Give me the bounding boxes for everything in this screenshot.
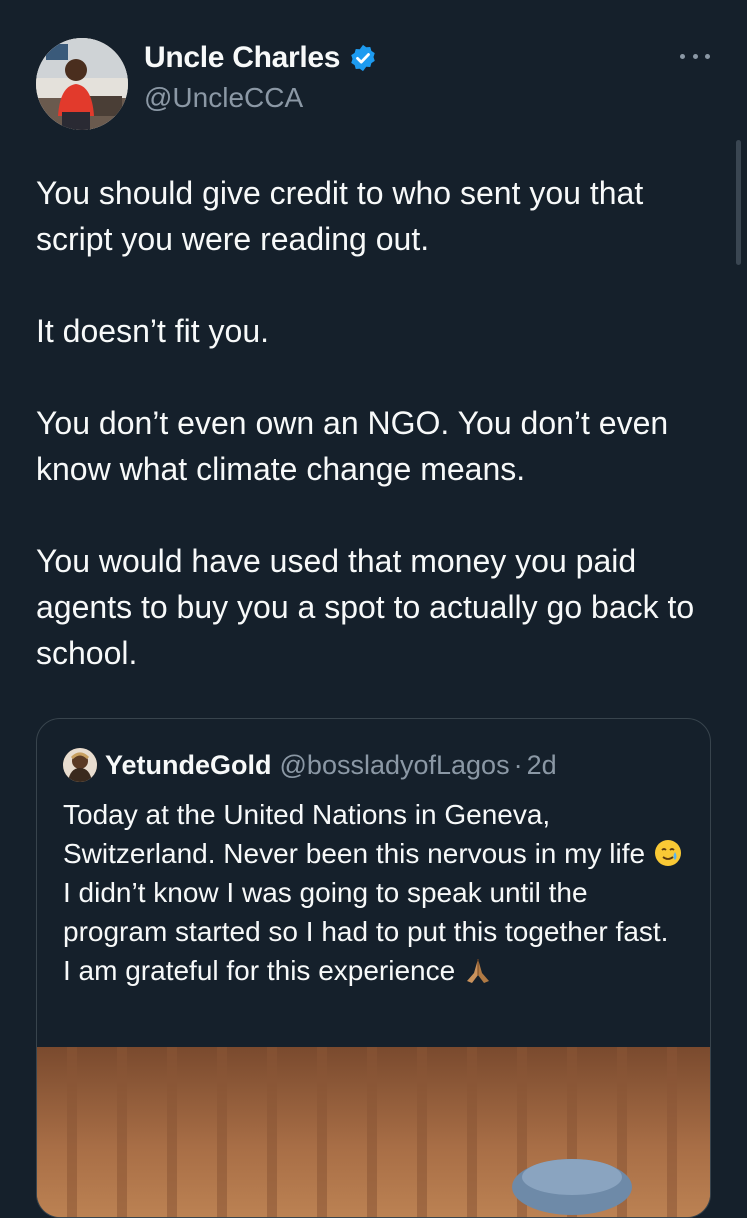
quoted-tweet-text: Today at the United Nations in Geneva, S… [63,795,683,990]
quoted-author-avatar [63,748,97,782]
tweet-header: Uncle Charles @UncleCCA [36,30,716,130]
tweet-paragraph: You would have used that money you paid … [36,543,695,671]
smiling-face-with-tear-emoji-icon [653,838,683,868]
quoted-tweet-media-image[interactable] [37,1047,710,1217]
author-avatar[interactable] [36,38,128,130]
quoted-tweet-card[interactable]: YetundeGold @bossladyofLagos · 2d Today … [36,718,711,1218]
quoted-text-part2: I didn’t know I was going to speak until… [63,877,669,986]
author-block: Uncle Charles @UncleCCA [144,40,378,114]
separator-dot: · [513,749,523,780]
verified-badge-icon [348,43,378,73]
more-options-icon[interactable] [680,50,710,62]
tweet-text: You should give credit to who sent you t… [36,170,716,722]
folded-hands-emoji-icon [463,955,493,985]
quoted-text-part1: Today at the United Nations in Geneva, S… [63,799,653,869]
quoted-author-handle: @bossladyofLagos [279,749,510,780]
tweet-paragraph: You should give credit to who sent you t… [36,175,644,257]
quoted-tweet-header: YetundeGold @bossladyofLagos · 2d [63,747,557,783]
quoted-tweet-time: 2d [526,749,557,780]
quoted-author-name: YetundeGold [105,749,272,780]
author-handle[interactable]: @UncleCCA [144,82,378,114]
tweet-paragraph: You don’t even own an NGO. You don’t eve… [36,405,669,487]
scrollbar[interactable] [736,140,741,265]
author-display-name[interactable]: Uncle Charles [144,41,340,75]
tweet-paragraph: It doesn’t fit you. [36,313,270,349]
display-name-row: Uncle Charles [144,40,378,76]
